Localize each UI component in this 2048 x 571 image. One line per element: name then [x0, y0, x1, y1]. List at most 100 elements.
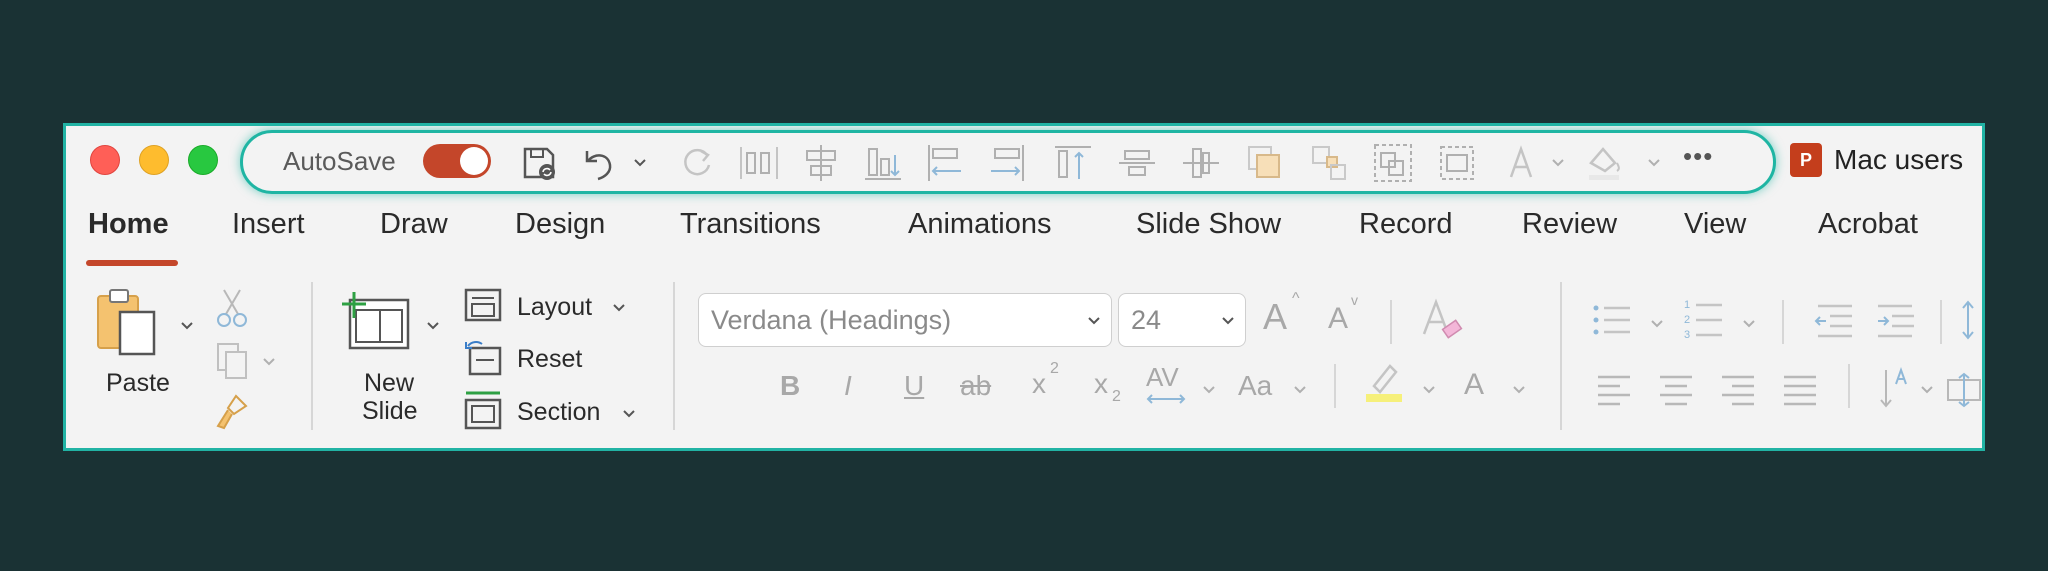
ungroup-icon[interactable] — [1435, 141, 1479, 185]
font-name-chevron-down-icon[interactable] — [1085, 311, 1103, 329]
align-left-icon[interactable] — [923, 141, 967, 185]
layout-label[interactable]: Layout — [517, 293, 592, 322]
new-slide-icon[interactable] — [342, 290, 412, 354]
text-direction-chevron-down-icon[interactable] — [1918, 380, 1936, 398]
align-top-icon[interactable] — [1051, 141, 1095, 185]
decrease-font-size-icon[interactable]: A — [1328, 302, 1348, 336]
distribute-horizontally-icon[interactable] — [737, 141, 781, 185]
line-spacing-icon[interactable] — [1960, 300, 1982, 340]
character-spacing-button[interactable]: AV — [1146, 362, 1179, 393]
undo-dropdown-chevron-down-icon[interactable] — [631, 153, 649, 171]
align-text-icon[interactable] — [1946, 372, 1982, 408]
layout-chevron-down-icon[interactable] — [610, 298, 628, 316]
reset-label[interactable]: Reset — [517, 345, 582, 374]
section-icon[interactable] — [464, 390, 502, 430]
group-separator — [1848, 364, 1850, 408]
text-direction-icon[interactable] — [1878, 366, 1910, 410]
clear-formatting-icon[interactable] — [1420, 296, 1464, 342]
redo-icon[interactable] — [675, 141, 719, 185]
paste-label: Paste — [106, 369, 170, 397]
minimize-window-button[interactable] — [139, 145, 169, 175]
font-color-chevron-down-icon[interactable] — [1510, 380, 1528, 398]
font-name-combobox[interactable]: Verdana (Headings) — [698, 293, 1112, 347]
send-backward-icon[interactable] — [1307, 141, 1351, 185]
tab-acrobat[interactable]: Acrobat — [1818, 208, 1918, 241]
new-slide-label-line1: New — [364, 369, 415, 397]
paste-icon[interactable] — [94, 286, 164, 366]
increase-indent-icon[interactable] — [1876, 302, 1916, 338]
tab-slide-show[interactable]: Slide Show — [1136, 208, 1281, 241]
superscript-button[interactable]: x — [1032, 368, 1046, 400]
reset-icon[interactable] — [464, 340, 502, 376]
spacing-arrows-icon — [1146, 394, 1186, 404]
tab-record[interactable]: Record — [1359, 208, 1453, 241]
document-name: Mac users — [1834, 144, 1964, 175]
increase-font-size-icon[interactable]: A — [1263, 296, 1287, 338]
align-right-icon[interactable] — [985, 141, 1029, 185]
highlight-color-icon[interactable] — [1364, 360, 1404, 404]
svg-text:3: 3 — [1684, 329, 1690, 341]
tab-home[interactable]: Home — [88, 208, 169, 241]
font-color-chevron-down-icon[interactable] — [1549, 153, 1567, 171]
new-slide-chevron-down-icon[interactable] — [424, 316, 442, 334]
numbering-chevron-down-icon[interactable] — [1740, 314, 1758, 332]
subscript-button[interactable]: x — [1094, 368, 1108, 400]
bring-forward-icon[interactable] — [1243, 141, 1287, 185]
undo-icon[interactable] — [577, 141, 621, 185]
group-icon[interactable] — [1371, 141, 1415, 185]
svg-text:2: 2 — [1684, 314, 1690, 326]
align-right-text-icon[interactable] — [1720, 374, 1756, 406]
group-separator — [1390, 300, 1392, 344]
paste-chevron-down-icon[interactable] — [178, 316, 196, 334]
bullets-chevron-down-icon[interactable] — [1648, 314, 1666, 332]
bold-button[interactable]: B — [780, 370, 800, 402]
section-chevron-down-icon[interactable] — [620, 404, 638, 422]
fill-color-icon[interactable] — [1583, 141, 1627, 185]
font-color-icon[interactable] — [1499, 141, 1543, 185]
layout-icon[interactable] — [464, 288, 502, 324]
align-center-icon[interactable] — [799, 141, 843, 185]
autosave-toggle[interactable] — [423, 144, 491, 178]
strikethrough-button[interactable]: ab — [960, 370, 991, 402]
tab-view[interactable]: View — [1684, 208, 1746, 241]
numbering-icon[interactable]: 1 2 3 — [1684, 298, 1724, 342]
shrink-caret: v — [1351, 292, 1358, 308]
tab-draw[interactable]: Draw — [380, 208, 448, 241]
justify-text-icon[interactable] — [1782, 374, 1818, 406]
tab-insert[interactable]: Insert — [232, 208, 305, 241]
fill-color-chevron-down-icon[interactable] — [1645, 153, 1663, 171]
cut-scissors-icon[interactable] — [214, 288, 250, 328]
copy-chevron-down-icon[interactable] — [260, 352, 278, 370]
font-size-value: 24 — [1131, 305, 1162, 335]
align-left-text-icon[interactable] — [1596, 374, 1632, 406]
subscript-mark: 2 — [1112, 388, 1121, 405]
font-color-button[interactable]: A — [1464, 368, 1484, 402]
tab-review[interactable]: Review — [1522, 208, 1617, 241]
align-middle-icon[interactable] — [1115, 141, 1159, 185]
change-case-chevron-down-icon[interactable] — [1291, 380, 1309, 398]
copy-icon[interactable] — [214, 340, 250, 380]
align-center-text-icon[interactable] — [1658, 374, 1694, 406]
more-commands-button[interactable]: ••• — [1683, 141, 1713, 172]
save-icon[interactable] — [517, 141, 561, 185]
font-size-chevron-down-icon[interactable] — [1219, 311, 1237, 329]
tab-animations[interactable]: Animations — [908, 208, 1051, 241]
bullets-icon[interactable] — [1592, 302, 1632, 338]
format-painter-icon[interactable] — [214, 392, 250, 432]
highlight-chevron-down-icon[interactable] — [1420, 380, 1438, 398]
distribute-vertically-icon[interactable] — [1179, 141, 1223, 185]
tab-transitions[interactable]: Transitions — [680, 208, 821, 241]
svg-text:1: 1 — [1684, 299, 1690, 311]
section-label[interactable]: Section — [517, 398, 600, 427]
change-case-button[interactable]: Aa — [1238, 370, 1272, 402]
spacing-chevron-down-icon[interactable] — [1200, 380, 1218, 398]
align-bottom-icon[interactable] — [861, 141, 905, 185]
close-window-button[interactable] — [90, 145, 120, 175]
zoom-window-button[interactable] — [188, 145, 218, 175]
underline-button[interactable]: U — [904, 370, 924, 402]
italic-button[interactable]: I — [844, 370, 852, 402]
font-size-combobox[interactable]: 24 — [1118, 293, 1246, 347]
tab-design[interactable]: Design — [515, 208, 605, 241]
ribbon-tabs: Home Insert Draw Design Transitions Anim… — [66, 208, 1982, 258]
decrease-indent-icon[interactable] — [1814, 302, 1854, 338]
